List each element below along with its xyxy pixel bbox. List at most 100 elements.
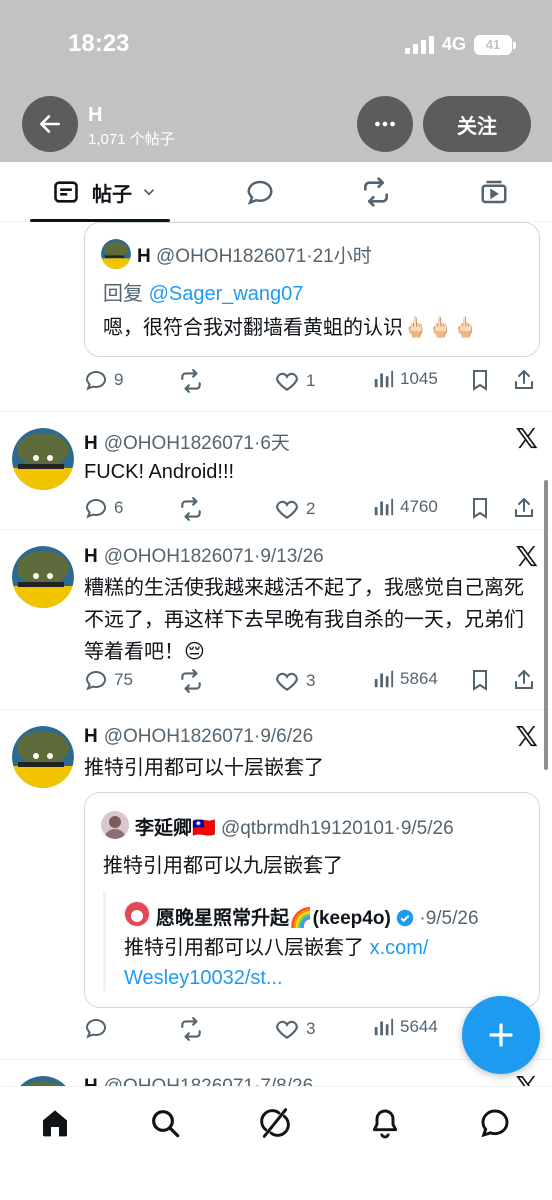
share-button[interactable] [512, 496, 542, 520]
post-item[interactable]: H@OHOH1826071·7/8/26 𝕏 [0, 1060, 552, 1086]
profile-header: 18:23 4G 41 H 1,071 个帖子 关注 [0, 0, 552, 162]
share-button[interactable] [512, 368, 542, 392]
nav-grok[interactable] [255, 1103, 295, 1143]
reply-icon [247, 180, 273, 205]
verified-badge-icon [396, 909, 414, 927]
search-icon [152, 1110, 180, 1138]
post-item[interactable]: H @OHOH1826071·9/6/26 𝕏 推特引用都可以十层嵌套了 李延卿🇹… [0, 710, 552, 1060]
network-type: 4G [441, 34, 466, 54]
heart-icon [276, 1020, 298, 1039]
post-item[interactable]: H @OHOH1826071·9/13/26 𝕏 糟糕的生活使我越来越活不起了，我… [0, 530, 552, 710]
x-logo-icon[interactable]: 𝕏 [515, 720, 538, 753]
nav-search[interactable] [145, 1103, 185, 1143]
status-time: 18:23 [68, 30, 130, 57]
author-name: H [84, 546, 98, 567]
post-text: FUCK! Android!!! [84, 461, 235, 483]
bookmark-button[interactable] [468, 368, 498, 392]
nav-home[interactable] [35, 1103, 75, 1143]
heart-icon [276, 372, 298, 391]
author-handle: @OHOH1826071 [104, 1076, 254, 1086]
repost-button[interactable] [178, 1016, 210, 1042]
tab-reposts[interactable] [352, 162, 400, 222]
views-button[interactable]: 1045 [372, 368, 438, 390]
profile-name: H [88, 104, 103, 126]
reply-button[interactable] [84, 1016, 114, 1040]
views-button[interactable]: 5644 [372, 1016, 438, 1038]
quoted-post-header: 李延卿🇹🇼 @qtbrmdh19120101·9/5/26 [135, 818, 454, 839]
like-button[interactable]: 1 [274, 368, 315, 394]
post-time: 7/8/26 [260, 1076, 313, 1086]
status-indicators: 4G 41 [404, 34, 516, 55]
tab-posts-label: 帖子 [92, 183, 132, 206]
like-button[interactable]: 3 [274, 1016, 315, 1042]
post-item[interactable]: H @OHOH1826071·21小时 回复 @Sager_wang07 嗯，很… [0, 222, 552, 412]
author-name: H [84, 726, 98, 747]
back-button[interactable] [22, 96, 78, 152]
post-text: 推特引用都可以十层嵌套了 [84, 757, 324, 779]
nested-quoted-header: 愿晚星照常升起🌈(keep4o) ·9/5/26 [156, 908, 479, 929]
x-logo-icon[interactable]: 𝕏 [515, 422, 538, 455]
post-time: 6天 [260, 433, 290, 454]
repost-button[interactable] [178, 496, 210, 522]
author-handle: @OHOH1826071 [103, 726, 254, 747]
media-icon [481, 180, 507, 204]
x-logo-icon[interactable]: 𝕏 [515, 1070, 538, 1086]
reply-button[interactable]: 75 [84, 668, 133, 692]
repost-button[interactable] [178, 368, 210, 394]
mention-link[interactable]: @Sager_wang07 [149, 283, 304, 305]
views-button[interactable]: 4760 [372, 496, 438, 518]
share-button[interactable] [512, 668, 542, 692]
compose-post-button[interactable] [462, 996, 540, 1074]
avatar[interactable] [12, 1076, 74, 1086]
bottom-navigation [0, 1086, 552, 1200]
like-button[interactable]: 3 [274, 668, 315, 694]
quoted-post[interactable]: 李延卿🇹🇼 @qtbrmdh19120101·9/5/26 推特引用都可以九层嵌… [84, 792, 540, 1008]
nested-quoted-text: 推特引用都可以八层嵌套了 x.com/ Wesley10032/st... [124, 937, 429, 989]
views-icon [374, 670, 394, 688]
repost-button[interactable] [178, 668, 210, 694]
post-feed[interactable]: H @OHOH1826071·21小时 回复 @Sager_wang07 嗯，很… [0, 222, 552, 1086]
reply-icon [85, 670, 107, 691]
repost-icon [181, 669, 201, 693]
grok-icon [260, 1108, 290, 1138]
quoted-post-text: 嗯，很符合我对翻墙看黄蛆的认识🖕🏻🖕🏻🖕🏻 [103, 317, 478, 339]
avatar[interactable] [12, 428, 74, 490]
post-count: 1,071 个帖子 [88, 131, 175, 148]
like-button[interactable]: 2 [274, 496, 315, 522]
reply-context: 回复 @Sager_wang07 [103, 283, 304, 305]
bookmark-button[interactable] [468, 668, 498, 692]
tweet-link[interactable]: x.com/ [370, 937, 429, 959]
reply-icon [85, 498, 107, 519]
quoted-post[interactable]: H @OHOH1826071·21小时 回复 @Sager_wang07 嗯，很… [84, 222, 540, 357]
views-button[interactable]: 5864 [372, 668, 438, 690]
bookmark-icon [473, 370, 487, 391]
scrollbar[interactable] [544, 480, 548, 770]
bookmark-button[interactable] [468, 496, 498, 520]
x-logo-icon[interactable]: 𝕏 [515, 540, 538, 573]
reply-button[interactable]: 9 [84, 368, 123, 392]
nav-notifications[interactable] [365, 1103, 405, 1143]
signal-icon [404, 35, 434, 54]
quoted-post-text: 推特引用都可以九层嵌套了 [103, 855, 343, 877]
more-button[interactable] [357, 96, 413, 152]
nested-quoted-post[interactable]: 愿晚星照常升起🌈(keep4o) ·9/5/26 推特引用都可以八层嵌套了 x.… [103, 891, 523, 991]
nav-messages[interactable] [475, 1103, 515, 1143]
share-icon [515, 369, 533, 389]
share-icon [515, 669, 533, 689]
tweet-link-continued[interactable]: Wesley10032/st... [124, 967, 283, 989]
post-actions: 6 2 4760 [84, 496, 544, 524]
avatar[interactable] [12, 726, 74, 788]
post-item[interactable]: H @OHOH1826071·6天 𝕏 FUCK! Android!!! 6 2 … [0, 412, 552, 530]
tab-posts[interactable]: 帖子 [40, 162, 170, 222]
author-handle: @OHOH1826071 [103, 546, 254, 567]
reply-button[interactable]: 6 [84, 496, 123, 520]
avatar[interactable] [12, 546, 74, 608]
chevron-down-icon [143, 189, 155, 196]
post-time: 9/13/26 [260, 546, 324, 567]
post-text: 糟糕的生活使我越来越活不起了，我感觉自己离死不远了，再这样下去早晚有我自杀的一天… [84, 577, 524, 663]
reply-icon [85, 370, 107, 391]
follow-button[interactable]: 关注 [423, 96, 531, 152]
tab-replies[interactable] [236, 162, 284, 222]
post-actions: 9 1 1045 [84, 368, 544, 396]
tab-media[interactable] [470, 162, 518, 222]
